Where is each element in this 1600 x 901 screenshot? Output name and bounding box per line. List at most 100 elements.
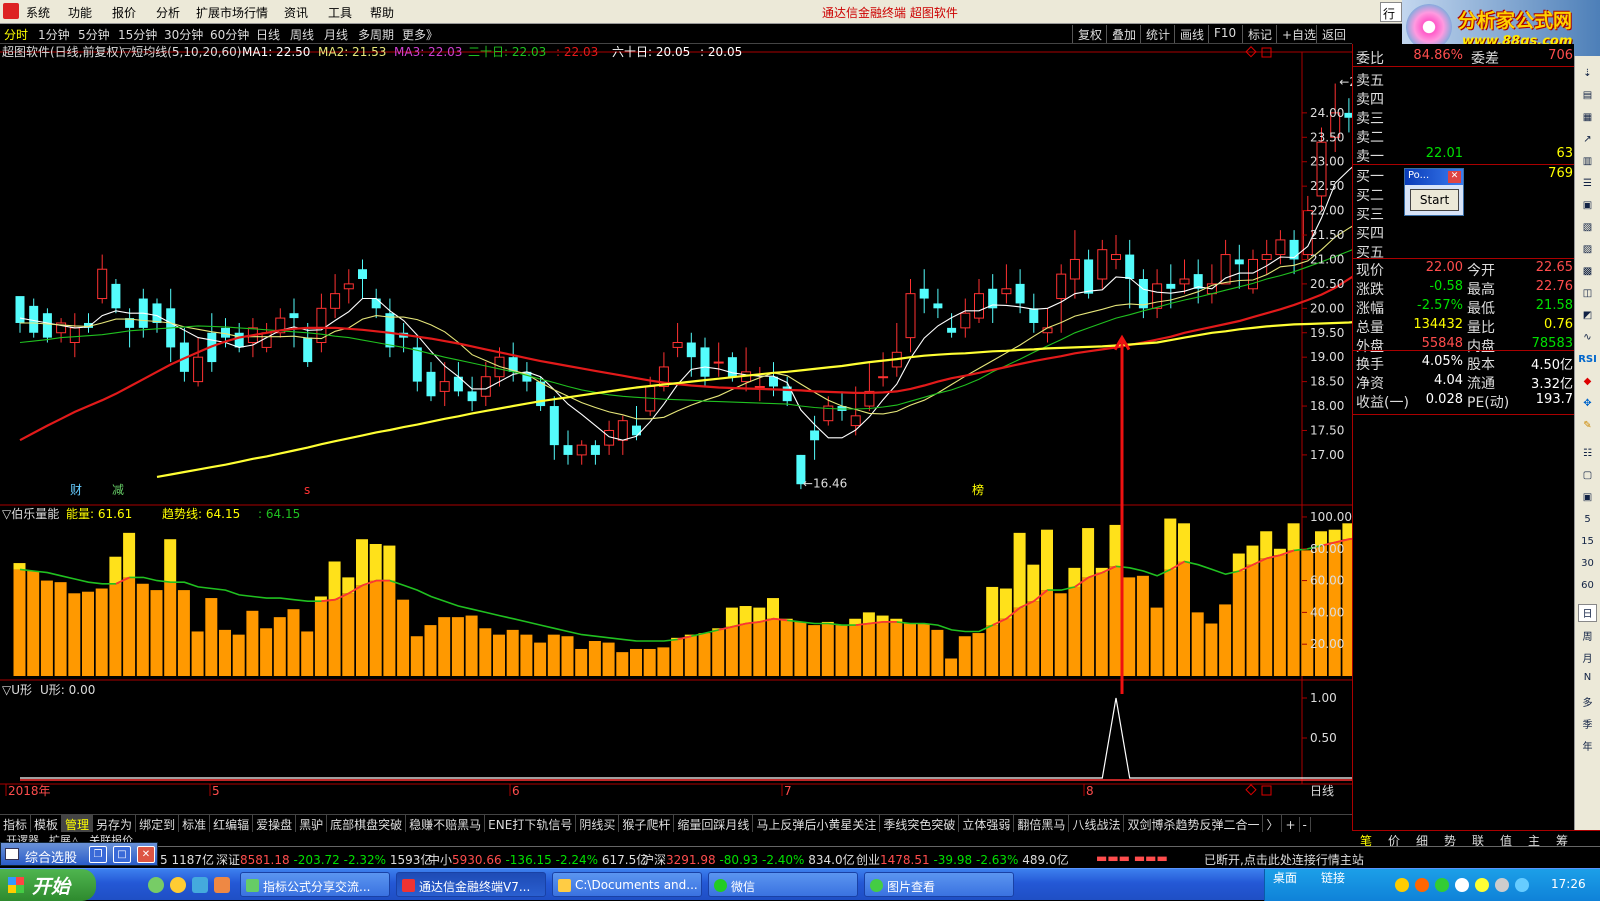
indicator-tab[interactable]: 模板 xyxy=(31,815,63,832)
rtool-rsi-button[interactable]: RSI xyxy=(1578,354,1597,372)
indicator-tab[interactable]: 猴子爬杆 xyxy=(619,815,675,832)
indicator-tab[interactable]: 马上反弹后小黄星关注 xyxy=(753,815,881,832)
close-icon[interactable]: ✕ xyxy=(137,846,155,863)
rtool-week-button[interactable]: 周 xyxy=(1578,628,1597,646)
indicator-tab[interactable]: 立体强弱 xyxy=(959,815,1015,832)
status-connection-message[interactable]: 已断开,点击此处连接行情主站 xyxy=(1204,851,1364,868)
rtool-chart-icon[interactable]: ▤ xyxy=(1578,90,1597,108)
tray-qq-icon[interactable] xyxy=(1395,878,1409,892)
tray-app-icon[interactable] xyxy=(1415,878,1429,892)
tray-ime-icon[interactable] xyxy=(1515,878,1529,892)
period-5min[interactable]: 5分钟 xyxy=(78,26,110,43)
indicator-tab[interactable]: - xyxy=(1300,817,1311,832)
toolbar-back-button[interactable]: 返回 xyxy=(1316,25,1351,43)
tray-link-label[interactable]: 链接 xyxy=(1321,869,1345,886)
period-multi[interactable]: 多周期 xyxy=(358,26,394,43)
indicator-tab[interactable]: 季线突色突破 xyxy=(880,815,960,832)
period-30min[interactable]: 30分钟 xyxy=(164,26,203,43)
status-gem-index[interactable]: 创业1478.51 -39.98 -2.63% 489.0亿 xyxy=(856,851,1069,868)
rtool-fio-icon[interactable]: ▣ xyxy=(1578,200,1597,218)
toolbar-stats-button[interactable]: 统计 xyxy=(1140,25,1175,43)
rtool-bar-icon[interactable]: ▨ xyxy=(1578,244,1597,262)
rtool-multi-button[interactable]: 多 xyxy=(1578,694,1597,712)
tray-wechat-icon[interactable] xyxy=(1435,878,1449,892)
period-weekly[interactable]: 周线 xyxy=(290,26,314,43)
rtool-arrow-icon[interactable]: ⇣ xyxy=(1578,68,1597,86)
toolbar-overlay-button[interactable]: 叠加 xyxy=(1106,25,1141,43)
period-15min[interactable]: 15分钟 xyxy=(118,26,157,43)
status-sz-index[interactable]: 深证8581.18 -203.72 -2.32% 1593亿 xyxy=(216,851,432,868)
toolbar-draw-button[interactable]: 画线 xyxy=(1174,25,1209,43)
rtool-pencil-icon[interactable]: ✎ xyxy=(1578,420,1597,438)
menu-item-system[interactable]: 系统 xyxy=(26,4,50,21)
rtool-candle-icon[interactable]: ▥ xyxy=(1578,156,1597,174)
rtool-n-button[interactable]: N xyxy=(1578,672,1597,690)
rtool-trend-icon[interactable]: ↗ xyxy=(1578,134,1597,152)
menu-item-function[interactable]: 功能 xyxy=(68,4,92,21)
indicator-tab[interactable]: 绑定到 xyxy=(136,815,180,832)
menu-right-tab[interactable]: 行 xyxy=(1380,2,1402,22)
rtool-month-button[interactable]: 月 xyxy=(1578,650,1597,668)
menu-item-quote[interactable]: 报价 xyxy=(112,4,136,21)
period-daily[interactable]: 日线 xyxy=(256,26,280,43)
restore-icon[interactable]: ❐ xyxy=(89,846,107,863)
tray-shield-icon[interactable] xyxy=(1475,878,1489,892)
rtool-season-button[interactable]: 季 xyxy=(1578,716,1597,734)
task-wechat[interactable]: 微信 xyxy=(708,872,858,897)
indicator-tab[interactable]: + xyxy=(1282,817,1300,832)
indicator-tab[interactable]: 阴线买 xyxy=(576,815,620,832)
rtool-year-button[interactable]: 年 xyxy=(1578,738,1597,756)
rtool-f2-icon[interactable]: ▩ xyxy=(1578,266,1597,284)
menu-item-extended-market[interactable]: 扩展市场行情 xyxy=(196,4,268,21)
rtool-grid-icon[interactable]: ▦ xyxy=(1578,112,1597,130)
menu-item-help[interactable]: 帮助 xyxy=(370,4,394,21)
indicator-tab[interactable]: 底部棋盘突破 xyxy=(327,815,407,832)
indicator-tab[interactable]: 标准 xyxy=(179,815,211,832)
quicklaunch-desktop-icon[interactable] xyxy=(192,877,208,893)
period-more[interactable]: 更多》 xyxy=(402,26,438,43)
rtool-list-icon[interactable]: ▧ xyxy=(1578,222,1597,240)
indicator-tab[interactable]: 稳赚不赔黑马 xyxy=(406,815,486,832)
indicator-tab[interactable]: 爱操盘 xyxy=(253,815,297,832)
indicator-tab[interactable]: 八线战法 xyxy=(1069,815,1125,832)
toolbar-fuquan-button[interactable]: 复权 xyxy=(1072,25,1107,43)
quicklaunch-ie-icon[interactable] xyxy=(148,877,164,893)
popup-start-button[interactable]: Start xyxy=(1410,189,1459,211)
rtool-move-icon[interactable]: ✥ xyxy=(1578,398,1597,416)
indicator-tab[interactable]: 双剑博杀趋势反弹二合一 xyxy=(1124,815,1264,832)
period-monthly[interactable]: 月线 xyxy=(324,26,348,43)
stock-selector-window[interactable]: 综合选股 ❐ □ ✕ xyxy=(0,842,158,866)
rtool-60-button[interactable]: 60 xyxy=(1578,580,1597,598)
indicator-tab[interactable]: 红编辐 xyxy=(210,815,254,832)
indicator-tab[interactable]: 〉 xyxy=(1263,815,1283,832)
chart-area[interactable]: 24.00 23.50 23.00 22.50 22.00 21.50 21.00 20.50… xyxy=(0,44,1352,802)
quicklaunch-browser-icon[interactable] xyxy=(170,877,186,893)
indicator-tab[interactable]: ENE打下轨信号 xyxy=(485,815,577,832)
rtool-shield-icon[interactable]: ◆ xyxy=(1578,376,1597,394)
rtool-list2-icon[interactable]: ☷ xyxy=(1578,448,1597,466)
indicator-tab[interactable]: 翻倍黑马 xyxy=(1014,815,1070,832)
period-intraday[interactable]: 分时 xyxy=(4,26,28,43)
rtool-15-button[interactable]: 15 xyxy=(1578,536,1597,554)
indicator-tab[interactable]: 指标 xyxy=(0,815,32,832)
maximize-icon[interactable]: □ xyxy=(113,846,131,863)
indicator-tab[interactable]: 另存为 xyxy=(93,815,137,832)
indicator-tab[interactable]: 缩量回踩月线 xyxy=(674,815,754,832)
rtool-5-button[interactable]: 5 xyxy=(1578,514,1597,532)
menu-item-tools[interactable]: 工具 xyxy=(328,4,352,21)
start-button[interactable]: 开始 xyxy=(0,869,96,901)
period-1min[interactable]: 1分钟 xyxy=(38,26,70,43)
task-tdx-terminal[interactable]: 通达信金融终端V7... xyxy=(396,872,546,897)
tray-desktop-label[interactable]: 桌面 xyxy=(1273,869,1297,886)
toolbar-add-watchlist-button[interactable]: +自选 xyxy=(1276,25,1321,43)
rtool-f6-icon[interactable]: ▣ xyxy=(1578,492,1597,510)
status-hs-index[interactable]: 沪深3291.98 -80.93 -2.40% 834.0亿 xyxy=(642,851,855,868)
rtool-day-button[interactable]: 日 xyxy=(1578,604,1597,622)
task-image-viewer[interactable]: 图片查看 xyxy=(864,872,1014,897)
tray-volume-icon[interactable] xyxy=(1495,878,1509,892)
task-formula-forum[interactable]: 指标公式分享交流... xyxy=(240,872,390,897)
indicator-tab[interactable]: 管理 xyxy=(62,815,94,832)
rtool-f5-icon[interactable]: ▢ xyxy=(1578,470,1597,488)
rtool-table-icon[interactable]: ☰ xyxy=(1578,178,1597,196)
indicator-tab[interactable]: 黑驴 xyxy=(296,815,328,832)
